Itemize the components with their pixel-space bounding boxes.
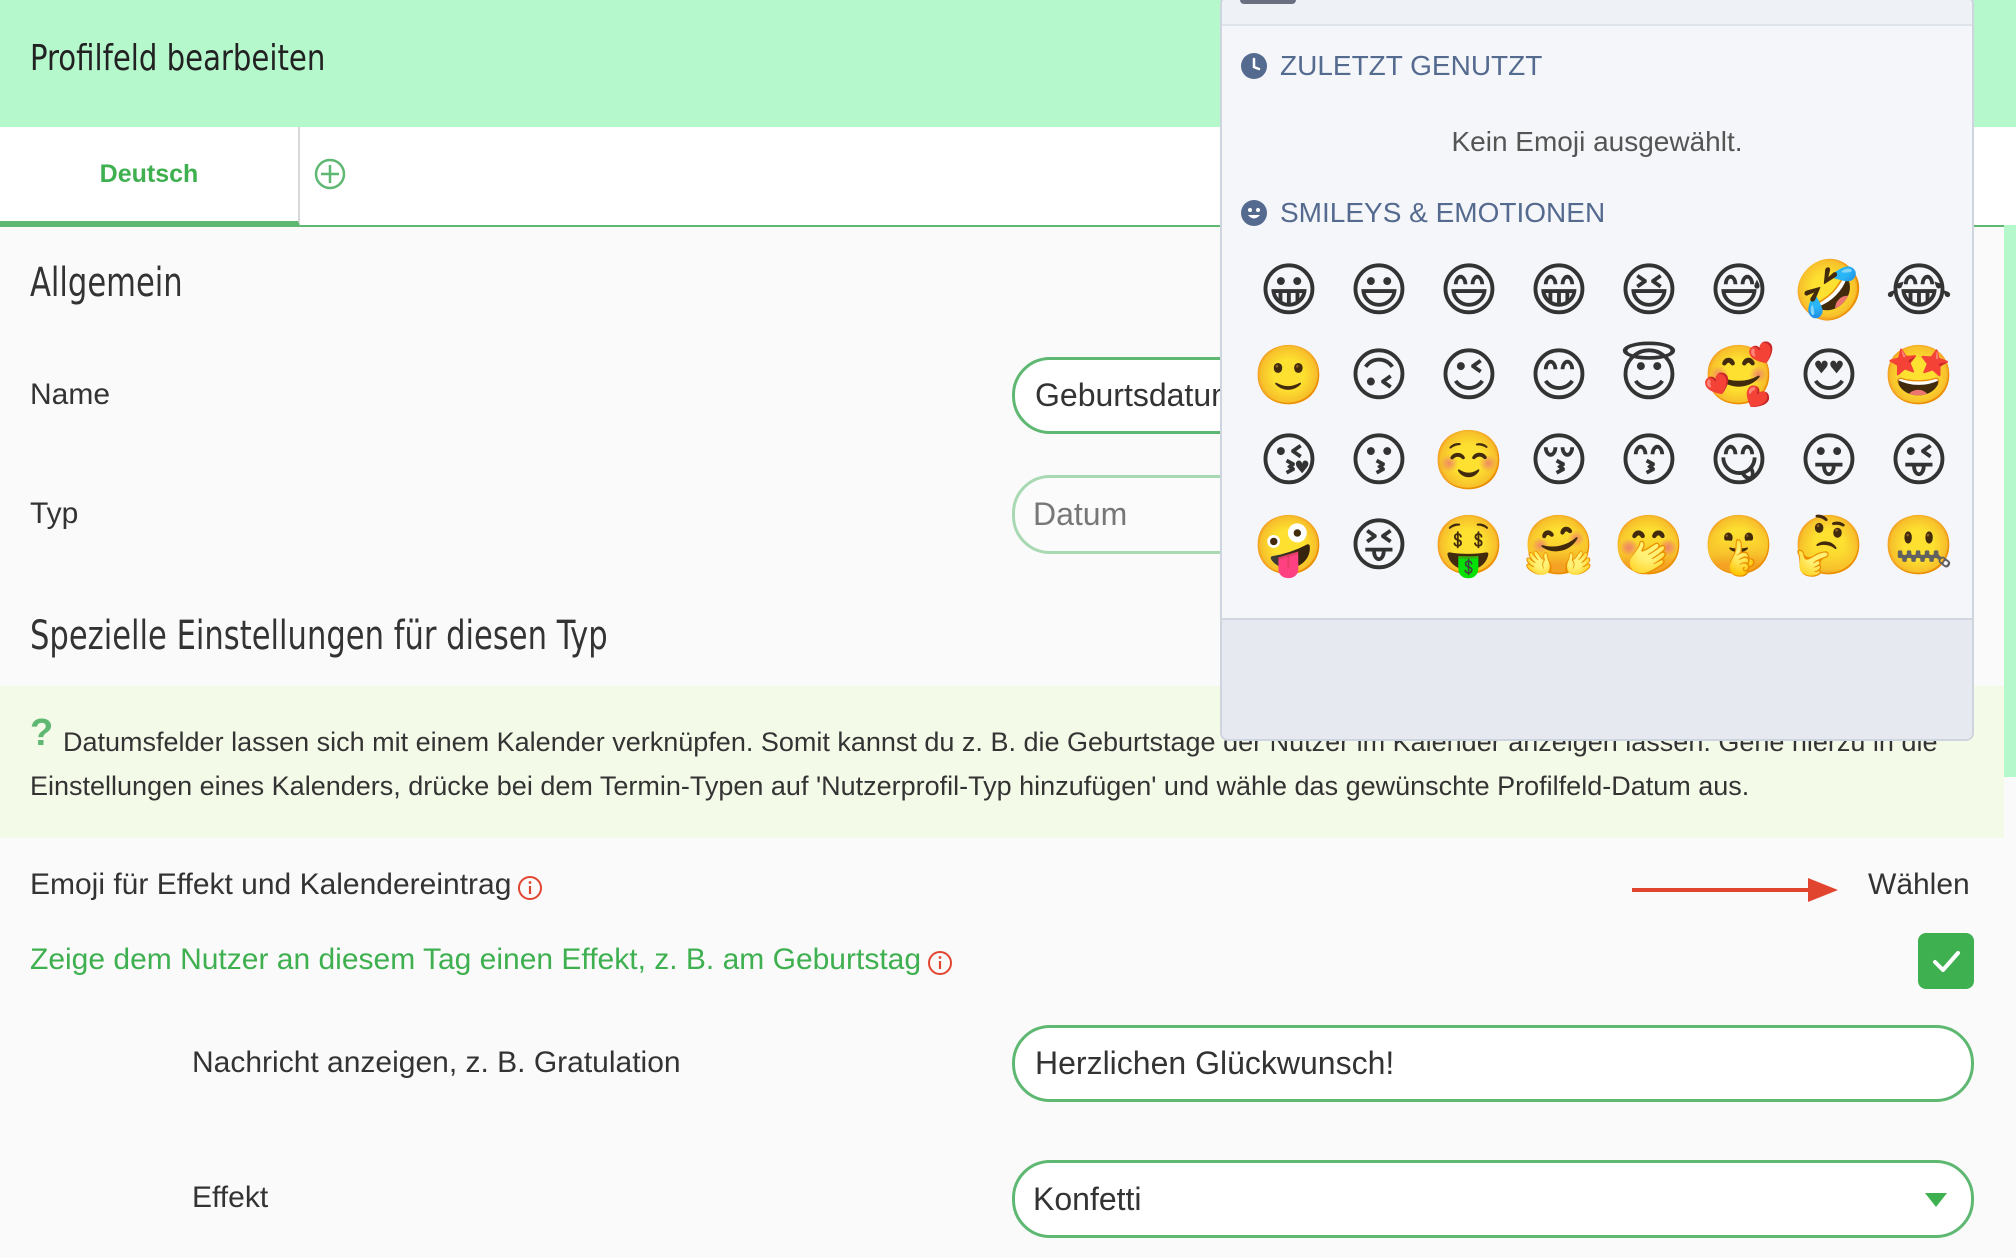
recent-heading: ZULETZT GENUTZT [1240,50,1542,82]
info-icon[interactable] [517,875,543,901]
effect-label: Effekt [192,1181,269,1214]
recent-heading-text: ZULETZT GENUTZT [1280,50,1543,81]
type-label: Typ [30,497,79,530]
smileys-heading: SMILEYS & EMOTIONEN [1240,197,1605,229]
emoji-option[interactable]: 🤑 [1424,503,1514,588]
emoji-option[interactable]: 🤨 [1244,588,1334,598]
emoji-option[interactable]: 😜 [1874,418,1964,503]
picker-active-tab[interactable] [1240,0,1296,4]
plus-circle-icon[interactable] [314,158,346,190]
emoji-option[interactable]: 😂 [1874,248,1964,333]
emoji-option[interactable]: 😙 [1604,418,1694,503]
emoji-option[interactable]: 🤩 [1874,333,1964,418]
effect-select[interactable]: Konfetti [1012,1160,1974,1238]
message-label: Nachricht anzeigen, z. B. Gratulation [192,1046,681,1079]
emoji-option[interactable]: 😊 [1514,333,1604,418]
picker-category-bar [1222,0,1972,26]
emoji-option[interactable]: 😉 [1424,333,1514,418]
side-stripe [2004,225,2016,777]
emoji-option[interactable]: 😋 [1694,418,1784,503]
tab-deutsch[interactable]: Deutsch [0,127,300,226]
page-title: Profilfeld bearbeiten [30,38,326,79]
clock-icon [1241,53,1267,79]
effect-toggle-row: Zeige dem Nutzer an diesem Tag einen Eff… [30,943,953,977]
chevron-down-icon [1925,1193,1947,1207]
emoji-option[interactable]: 😶 [1514,588,1604,598]
emoji-label: Emoji für Effekt und Kalendereintrag [30,868,512,901]
effect-checkbox[interactable] [1918,933,1974,989]
emoji-option[interactable]: 😃 [1334,248,1424,333]
emoji-option[interactable]: 🤭 [1604,503,1694,588]
emoji-option[interactable]: 😐 [1334,588,1424,598]
effect-select-value: Konfetti [1033,1180,1142,1217]
red-arrow-annotation [1632,878,1838,902]
emoji-option[interactable]: ☺️ [1424,418,1514,503]
name-input-value: Geburtsdatum [1035,377,1238,413]
emoji-option[interactable]: 🤣 [1784,248,1874,333]
emoji-option[interactable]: 🥰 [1694,333,1784,418]
emoji-option[interactable]: 😝 [1334,503,1424,588]
emoji-option[interactable]: 🤐 [1874,503,1964,588]
emoji-option[interactable]: 🤗 [1514,503,1604,588]
picker-footer [1222,618,1972,739]
emoji-option[interactable]: 🤫 [1694,503,1784,588]
emoji-option[interactable]: 😁 [1514,248,1604,333]
emoji-option[interactable]: 😄 [1424,248,1514,333]
emoji-option[interactable]: 🙄 [1784,588,1874,598]
emoji-grid: 😀😃😄😁😆😅🤣😂 🙂🙃😉😊😇🥰😍🤩 😘😗☺️😚😙😋😛😜 🤪😝🤑🤗🤭🤫🤔🤐 🤨😐😑😶😏😒🙄… [1244,248,1964,598]
section-heading-special: Spezielle Einstellungen für diesen Typ [30,613,608,659]
section-heading-general: Allgemein [30,260,183,306]
emoji-option[interactable]: 🙂 [1244,333,1334,418]
emoji-row: Emoji für Effekt und Kalendereintrag [30,868,543,902]
name-label: Name [30,378,111,411]
emoji-option[interactable]: 🤪 [1244,503,1334,588]
recent-empty-text: Kein Emoji ausgewählt. [1451,126,1743,157]
checkmark-icon [1933,951,1960,972]
emoji-option[interactable]: 🤔 [1784,503,1874,588]
emoji-option[interactable]: 😗 [1334,418,1424,503]
emoji-option[interactable]: 😬 [1874,588,1964,598]
choose-emoji-button[interactable]: Wählen [1868,868,1970,902]
effect-toggle-label: Zeige dem Nutzer an diesem Tag einen Eff… [30,943,922,976]
message-input-value: Herzlichen Glückwunsch! [1035,1045,1395,1081]
smileys-heading-text: SMILEYS & EMOTIONEN [1280,197,1606,228]
message-input[interactable]: Herzlichen Glückwunsch! [1012,1025,1974,1102]
info-icon[interactable] [927,950,953,976]
emoji-option[interactable]: 🙃 [1334,333,1424,418]
emoji-option[interactable]: 😒 [1694,588,1784,598]
emoji-option[interactable]: 😇 [1604,333,1694,418]
emoji-option[interactable]: 😍 [1784,333,1874,418]
emoji-option[interactable]: 😑 [1424,588,1514,598]
emoji-option[interactable]: 😆 [1604,248,1694,333]
emoji-picker: ZULETZT GENUTZT Kein Emoji ausgewählt. S… [1220,0,1974,741]
emoji-option[interactable]: 😚 [1514,418,1604,503]
smiley-icon [1241,200,1267,226]
emoji-option[interactable]: 😏 [1604,588,1694,598]
tab-label: Deutsch [99,159,199,188]
emoji-option[interactable]: 😀 [1244,248,1334,333]
emoji-option[interactable]: 😅 [1694,248,1784,333]
type-select-value: Datum [1033,496,1128,532]
emoji-option[interactable]: 😘 [1244,418,1334,503]
emoji-option[interactable]: 😛 [1784,418,1874,503]
